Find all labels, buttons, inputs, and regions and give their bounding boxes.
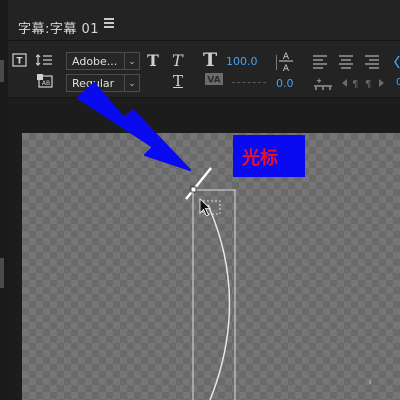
text-cursor-line [185, 167, 212, 200]
canvas-overlay [77, 82, 371, 400]
annotation-label: 光标 [242, 148, 278, 169]
annotation-label-box: 光标 [233, 135, 305, 177]
title-editor-window: 字幕:字幕 01 T AB Adobe... ⌄ Regular [0, 0, 400, 400]
anchor-point-handle[interactable] [190, 186, 197, 193]
path-curve[interactable] [207, 204, 231, 400]
mouse-pointer-icon [199, 198, 212, 217]
annotation-arrow-icon [77, 82, 191, 171]
